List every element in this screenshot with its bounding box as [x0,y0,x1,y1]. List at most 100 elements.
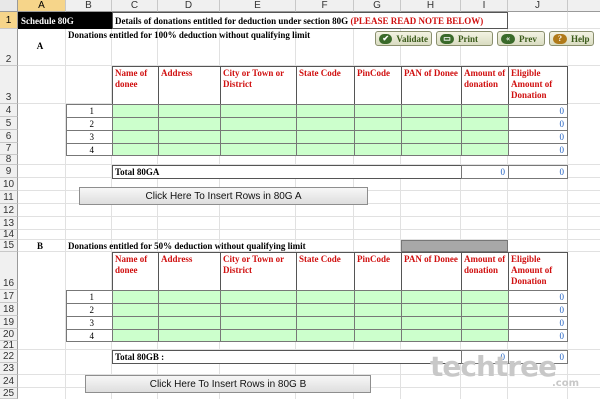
state-code-input[interactable] [296,117,355,131]
row-header-17[interactable]: 17 [0,290,18,303]
donee-name-input[interactable] [112,130,159,144]
column-header-b[interactable]: B [66,0,112,12]
row-header-21[interactable]: 21 [0,340,18,351]
row-header-2[interactable]: 2 [0,29,18,66]
amount-input[interactable] [461,303,509,317]
row-header-10[interactable]: 10 [0,178,18,191]
donee-name-input[interactable] [112,316,159,330]
amount-input[interactable] [461,290,509,304]
row-header-16[interactable]: 16 [0,252,18,290]
state-code-input[interactable] [296,329,355,342]
city-input[interactable] [220,104,297,118]
column-header-e[interactable]: E [220,0,296,12]
column-header-d[interactable]: D [158,0,220,12]
row-header-12[interactable]: 12 [0,204,18,217]
address-input[interactable] [158,329,221,342]
state-code-input[interactable] [296,290,355,304]
address-input[interactable] [158,117,221,131]
row-header-4[interactable]: 4 [0,104,18,117]
donee-name-input[interactable] [112,290,159,304]
column-header-f[interactable]: F [296,0,354,12]
row-header-6[interactable]: 6 [0,130,18,143]
city-input[interactable] [220,143,297,156]
row-header-25[interactable]: 25 [0,388,18,399]
pan-input[interactable] [401,130,462,144]
pincode-input[interactable] [354,143,402,156]
column-header-g[interactable]: G [354,0,401,12]
row-header-8[interactable]: 8 [0,154,18,165]
city-input[interactable] [220,130,297,144]
donee-name-input[interactable] [112,303,159,317]
state-code-input[interactable] [296,143,355,156]
column-header-a[interactable]: A [18,0,66,12]
pan-input[interactable] [401,316,462,330]
pincode-input[interactable] [354,130,402,144]
donee-name-input[interactable] [112,143,159,156]
section-b-label: B [36,241,43,251]
amount-input[interactable] [461,329,509,342]
pan-input[interactable] [401,303,462,317]
column-header-h[interactable]: H [401,0,461,12]
address-input[interactable] [158,316,221,330]
validate-button[interactable]: ✔ Validate [375,31,432,46]
insert-rows-80gb-button[interactable]: Click Here To Insert Rows in 80G B [85,375,371,393]
amount-input[interactable] [461,117,509,131]
address-input[interactable] [158,290,221,304]
row-header-11[interactable]: 11 [0,191,18,204]
amount-input[interactable] [461,143,509,156]
state-code-input[interactable] [296,130,355,144]
city-input[interactable] [220,290,297,304]
row-header-3[interactable]: 3 [0,66,18,104]
pincode-input[interactable] [354,290,402,304]
pan-input[interactable] [401,290,462,304]
row-header-5[interactable]: 5 [0,117,18,130]
column-header-c[interactable]: C [112,0,158,12]
address-input[interactable] [158,104,221,118]
column-header-i[interactable]: I [461,0,508,12]
print-button[interactable]: ▭ Print [436,31,493,46]
address-input[interactable] [158,303,221,317]
select-all-corner[interactable] [0,0,18,12]
city-input[interactable] [220,117,297,131]
pincode-input[interactable] [354,329,402,342]
row-header-18[interactable]: 18 [0,303,18,316]
amount-input[interactable] [461,316,509,330]
row-header-15[interactable]: 15 [0,240,18,252]
amount-input[interactable] [461,130,509,144]
pan-input[interactable] [401,104,462,118]
column-header-j[interactable]: J [508,0,568,12]
address-input[interactable] [158,130,221,144]
pincode-input[interactable] [354,316,402,330]
insert-rows-80ga-button[interactable]: Click Here To Insert Rows in 80G A [79,187,368,205]
prev-button[interactable]: « Prev [497,31,545,46]
row-header-24[interactable]: 24 [0,375,18,388]
total-80ga-amount: 0 [461,165,509,179]
total-80ga-label: Total 80GA [112,165,462,179]
row-header-22[interactable]: 22 [0,350,18,363]
row-header-14[interactable]: 14 [0,229,18,240]
pincode-input[interactable] [354,104,402,118]
pan-input[interactable] [401,117,462,131]
help-button[interactable]: ? Help [549,31,594,46]
pan-input[interactable] [401,143,462,156]
state-code-input[interactable] [296,316,355,330]
pincode-input[interactable] [354,117,402,131]
city-input[interactable] [220,303,297,317]
row-header-23[interactable]: 23 [0,363,18,375]
donee-name-input[interactable] [112,329,159,342]
city-input[interactable] [220,329,297,342]
address-input[interactable] [158,143,221,156]
donee-name-input[interactable] [112,104,159,118]
state-code-input[interactable] [296,104,355,118]
amount-input[interactable] [461,104,509,118]
row-header-9[interactable]: 9 [0,165,18,178]
header-name-of-donee-b: Name of donee [112,252,159,291]
state-code-input[interactable] [296,303,355,317]
city-input[interactable] [220,316,297,330]
row-index-b3: 3 [66,316,113,330]
donee-name-input[interactable] [112,117,159,131]
pincode-input[interactable] [354,303,402,317]
pan-input[interactable] [401,329,462,342]
row-header-19[interactable]: 19 [0,316,18,329]
row-header-1[interactable]: 1 [0,12,18,29]
